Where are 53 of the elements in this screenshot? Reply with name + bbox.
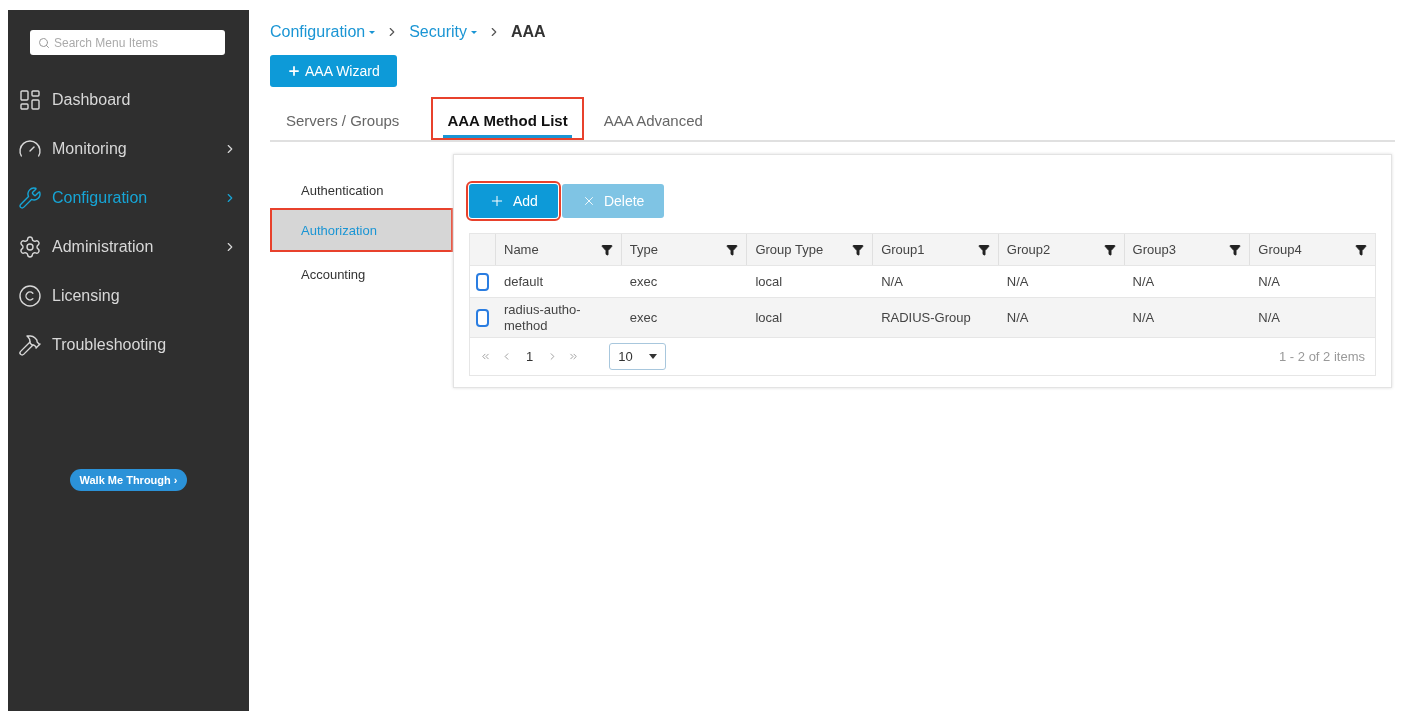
filter-icon[interactable] (852, 243, 865, 256)
table-cell-text: N/A (1131, 273, 1156, 290)
table-cell-text: N/A (1131, 309, 1156, 326)
column-header[interactable]: Group3 (1123, 234, 1250, 265)
table-cell-text: N/A (880, 273, 904, 290)
sidebar-item[interactable]: Configuration (8, 173, 249, 222)
sidebar-item[interactable]: Administration (8, 222, 249, 271)
search-field[interactable]: Search Menu Items (30, 30, 225, 55)
copyright-icon (18, 283, 42, 308)
filter-icon[interactable] (600, 243, 613, 256)
search-icon (38, 37, 50, 49)
tab[interactable]: Servers / Groups (270, 105, 416, 140)
sidebar-item[interactable]: Troubleshooting (8, 320, 249, 369)
pager-summary: 1 - 2 of 2 items (1279, 349, 1365, 364)
column-header[interactable]: Group1 (872, 234, 998, 265)
table-cell-text: N/A (1005, 309, 1030, 326)
filter-icon[interactable] (1355, 243, 1367, 256)
sidebar-item[interactable]: Licensing (8, 271, 249, 320)
column-header[interactable]: Type (620, 234, 747, 265)
sidebar-item[interactable]: Monitoring (8, 124, 249, 173)
table-cell-text: N/A (1005, 273, 1030, 290)
row-checkbox[interactable] (476, 308, 489, 327)
row-checkbox[interactable] (476, 272, 489, 291)
subnav-item[interactable]: Accounting (270, 252, 453, 296)
table-cell-text: N/A (1257, 309, 1281, 326)
dashboard-icon (18, 87, 42, 112)
table-cell-text: exec (628, 273, 659, 290)
table-cell-text: radius-autho-method (503, 301, 582, 334)
gear-icon (18, 234, 42, 259)
table-cell-text: RADIUS-Group (880, 309, 972, 326)
wrench-icon (18, 185, 42, 210)
tools-icon (18, 332, 42, 357)
filter-icon[interactable] (726, 243, 739, 256)
column-header[interactable]: Group2 (997, 234, 1124, 265)
table-cell-text: default (503, 273, 545, 290)
column-header[interactable]: Name (495, 234, 621, 265)
page-size-select[interactable]: 10 (609, 343, 667, 370)
sidebar-item[interactable]: Dashboard (8, 75, 249, 124)
page-number[interactable]: 1 (522, 349, 538, 364)
filter-icon[interactable] (1103, 243, 1116, 256)
table-cell-text: local (754, 309, 784, 326)
plus-icon (489, 193, 505, 209)
table-cell-text: local (754, 273, 784, 290)
plus-icon (287, 64, 301, 78)
column-header[interactable]: Group Type (746, 234, 873, 265)
tab[interactable]: AAA Advanced (587, 105, 719, 140)
filter-icon[interactable] (1229, 243, 1242, 256)
tab[interactable]: AAA Method List (431, 97, 584, 140)
column-header[interactable]: Group4 (1249, 234, 1375, 265)
filter-icon[interactable] (977, 243, 990, 256)
breadcrumb-current: AAA (510, 23, 546, 41)
table-cell-text: N/A (1257, 273, 1281, 290)
table-cell-text: exec (628, 309, 659, 326)
